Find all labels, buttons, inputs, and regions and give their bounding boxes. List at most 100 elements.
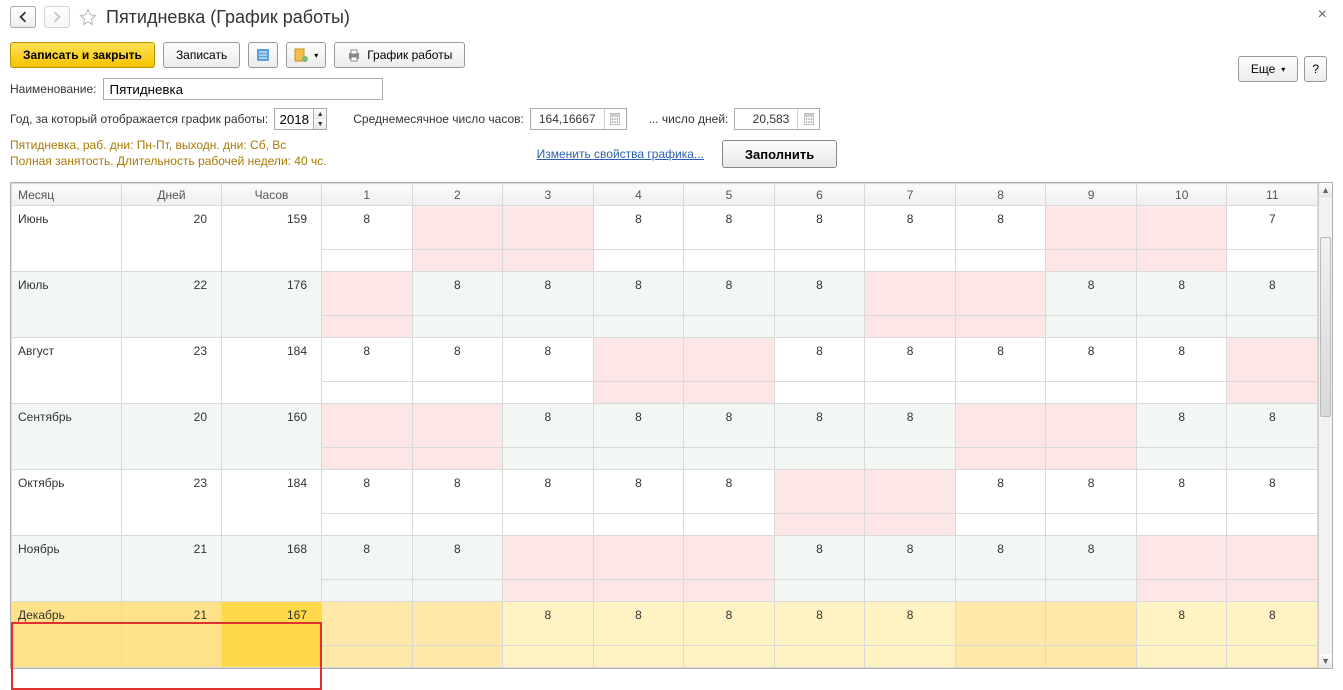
month-cell[interactable]: Июнь — [12, 206, 122, 272]
day-cell[interactable] — [593, 338, 684, 382]
hours-cell[interactable]: 159 — [222, 206, 322, 272]
day-cell[interactable] — [865, 646, 956, 668]
day-cell[interactable]: 8 — [593, 602, 684, 646]
day-cell[interactable] — [1046, 580, 1137, 602]
close-icon[interactable]: × — [1318, 6, 1327, 24]
day-cell[interactable]: 8 — [1136, 602, 1227, 646]
day-cell[interactable]: 8 — [774, 536, 865, 580]
hours-cell[interactable]: 168 — [222, 536, 322, 602]
day-cell[interactable] — [955, 646, 1046, 668]
day-cell[interactable]: 8 — [774, 206, 865, 250]
col-d9[interactable]: 9 — [1046, 184, 1137, 206]
day-cell[interactable] — [865, 382, 956, 404]
day-cell[interactable]: 8 — [322, 470, 413, 514]
scroll-up[interactable]: ▲ — [1319, 183, 1332, 197]
day-cell[interactable] — [1227, 536, 1318, 580]
day-cell[interactable] — [1227, 580, 1318, 602]
avg-days-field[interactable]: 20,583 — [734, 108, 820, 130]
day-cell[interactable] — [684, 514, 775, 536]
nav-back-button[interactable] — [10, 6, 36, 28]
day-cell[interactable] — [503, 206, 594, 250]
day-cell[interactable]: 8 — [1046, 338, 1137, 382]
day-cell[interactable] — [955, 580, 1046, 602]
day-cell[interactable] — [865, 250, 956, 272]
col-d4[interactable]: 4 — [593, 184, 684, 206]
day-cell[interactable] — [774, 646, 865, 668]
fill-button[interactable]: Заполнить — [722, 140, 837, 168]
day-cell[interactable]: 8 — [322, 536, 413, 580]
day-cell[interactable] — [322, 250, 413, 272]
days-cell[interactable]: 23 — [122, 470, 222, 536]
day-cell[interactable] — [955, 250, 1046, 272]
day-cell[interactable] — [1227, 646, 1318, 668]
day-cell[interactable] — [322, 272, 413, 316]
day-cell[interactable]: 8 — [865, 338, 956, 382]
month-cell[interactable]: Август — [12, 338, 122, 404]
col-d7[interactable]: 7 — [865, 184, 956, 206]
year-up[interactable]: ▲ — [314, 109, 326, 119]
day-cell[interactable]: 8 — [593, 272, 684, 316]
day-cell[interactable] — [1227, 338, 1318, 382]
col-days[interactable]: Дней — [122, 184, 222, 206]
day-cell[interactable] — [1136, 646, 1227, 668]
day-cell[interactable] — [865, 580, 956, 602]
day-cell[interactable]: 8 — [774, 338, 865, 382]
days-cell[interactable]: 23 — [122, 338, 222, 404]
days-cell[interactable]: 21 — [122, 536, 222, 602]
edit-properties-link[interactable]: Изменить свойства графика... — [537, 147, 704, 161]
day-cell[interactable] — [412, 646, 503, 668]
col-d5[interactable]: 5 — [684, 184, 775, 206]
day-cell[interactable] — [774, 580, 865, 602]
col-d2[interactable]: 2 — [412, 184, 503, 206]
day-cell[interactable] — [322, 602, 413, 646]
table-row[interactable]: Июнь201598888887 — [12, 206, 1318, 250]
day-cell[interactable] — [684, 646, 775, 668]
day-cell[interactable] — [412, 206, 503, 250]
day-cell[interactable] — [1136, 448, 1227, 470]
save-close-button[interactable]: Записать и закрыть — [10, 42, 155, 68]
day-cell[interactable]: 8 — [1227, 602, 1318, 646]
hours-cell[interactable]: 184 — [222, 470, 322, 536]
day-cell[interactable] — [1136, 536, 1227, 580]
day-cell[interactable] — [1136, 250, 1227, 272]
day-cell[interactable]: 8 — [593, 206, 684, 250]
day-cell[interactable] — [322, 404, 413, 448]
day-cell[interactable]: 8 — [684, 272, 775, 316]
day-cell[interactable] — [322, 448, 413, 470]
day-cell[interactable] — [865, 448, 956, 470]
day-cell[interactable]: 8 — [684, 470, 775, 514]
day-cell[interactable] — [684, 580, 775, 602]
calculator-icon[interactable] — [604, 109, 626, 129]
day-cell[interactable] — [503, 382, 594, 404]
day-cell[interactable] — [412, 382, 503, 404]
day-cell[interactable]: 8 — [412, 470, 503, 514]
avg-hours-field[interactable]: 164,16667 — [530, 108, 627, 130]
day-cell[interactable] — [955, 382, 1046, 404]
month-cell[interactable]: Ноябрь — [12, 536, 122, 602]
day-cell[interactable]: 8 — [593, 470, 684, 514]
day-cell[interactable]: 8 — [955, 338, 1046, 382]
day-cell[interactable] — [684, 382, 775, 404]
day-cell[interactable]: 8 — [322, 338, 413, 382]
day-cell[interactable] — [593, 316, 684, 338]
day-cell[interactable] — [684, 536, 775, 580]
day-cell[interactable]: 8 — [774, 404, 865, 448]
col-month[interactable]: Месяц — [12, 184, 122, 206]
day-cell[interactable] — [503, 580, 594, 602]
day-cell[interactable] — [684, 338, 775, 382]
day-cell[interactable] — [1227, 448, 1318, 470]
table-row[interactable]: Сентябрь201608888888 — [12, 404, 1318, 448]
col-d11[interactable]: 11 — [1227, 184, 1318, 206]
day-cell[interactable]: 7 — [1227, 206, 1318, 250]
day-cell[interactable]: 8 — [1227, 404, 1318, 448]
day-cell[interactable]: 8 — [412, 272, 503, 316]
day-cell[interactable] — [1046, 382, 1137, 404]
day-cell[interactable]: 8 — [684, 206, 775, 250]
col-d6[interactable]: 6 — [774, 184, 865, 206]
day-cell[interactable] — [412, 602, 503, 646]
day-cell[interactable] — [1136, 382, 1227, 404]
favorite-star-icon[interactable] — [78, 7, 98, 27]
day-cell[interactable] — [412, 514, 503, 536]
scroll-thumb[interactable] — [1320, 237, 1331, 417]
day-cell[interactable] — [593, 580, 684, 602]
